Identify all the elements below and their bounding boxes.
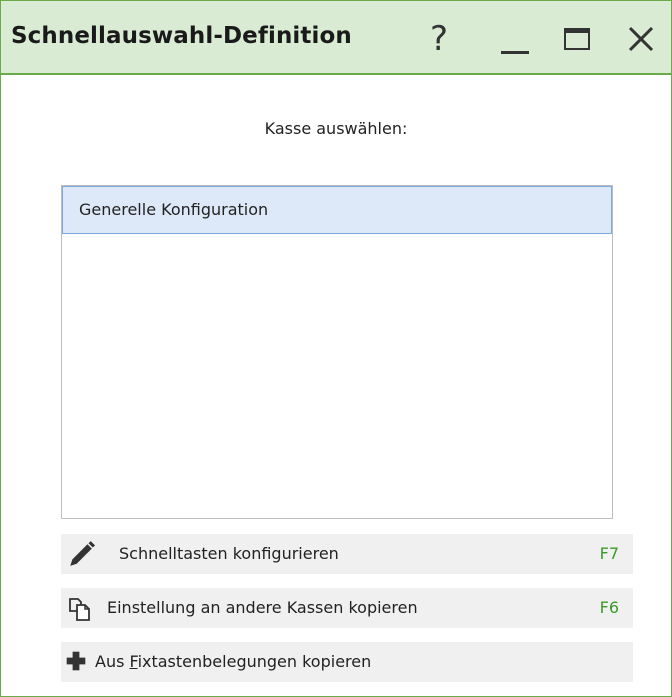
register-list[interactable]: Generelle Konfiguration [61, 185, 613, 519]
window-title: Schnellauswahl-Definition [11, 23, 352, 49]
copy-from-fixed-keys-button[interactable]: Aus Fixtastenbelegungen kopieren [61, 642, 633, 682]
copy-icon [69, 598, 90, 621]
configure-quick-keys-label: Schnelltasten konfigurieren [119, 544, 339, 563]
pencil-icon [70, 541, 95, 566]
shortcut-f6: F6 [599, 598, 619, 617]
title-bar[interactable]: Schnellauswahl-Definition ? [1, 1, 671, 75]
copy-settings-label: Einstellung an andere Kassen kopieren [107, 598, 418, 617]
maximize-button[interactable] [557, 19, 597, 59]
help-icon: ? [429, 19, 449, 59]
configure-quick-keys-button[interactable]: Schnelltasten konfigurieren F7 [61, 534, 633, 574]
plus-icon [66, 651, 86, 671]
list-item-generelle-konfiguration[interactable]: Generelle Konfiguration [62, 186, 612, 234]
minimize-button[interactable] [495, 19, 535, 59]
close-button[interactable] [621, 19, 661, 59]
copy-settings-button[interactable]: Einstellung an andere Kassen kopieren F6 [61, 588, 633, 628]
minimize-icon [501, 50, 529, 54]
select-register-label: Kasse auswählen: [264, 119, 408, 138]
maximize-icon [564, 28, 590, 50]
close-icon [628, 26, 654, 52]
shortcut-f7: F7 [599, 544, 619, 563]
help-button[interactable]: ? [419, 19, 459, 59]
copy-from-fixed-keys-label: Aus Fixtastenbelegungen kopieren [95, 652, 372, 671]
dialog-window: Schnellauswahl-Definition ? Kasse auswäh… [0, 0, 672, 697]
